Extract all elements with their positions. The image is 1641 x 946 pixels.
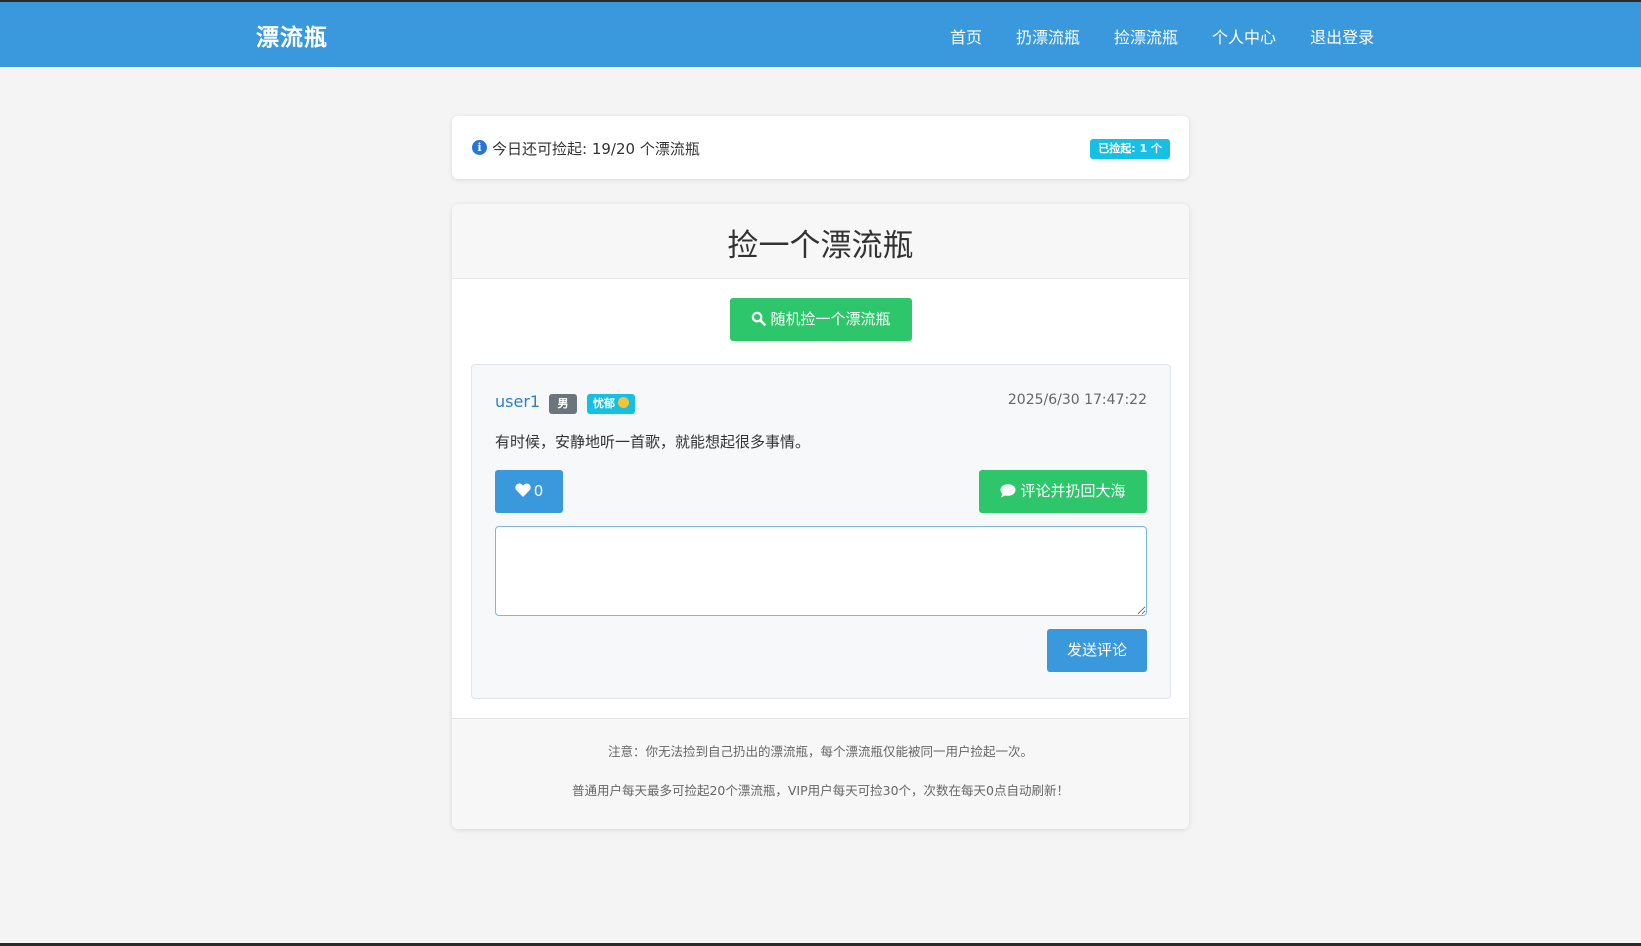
quota-card: i 今日还可捡起: 19/20 个漂流瓶 已捡起: 1 个 bbox=[452, 116, 1189, 179]
send-comment-button[interactable]: 发送评论 bbox=[1047, 629, 1147, 672]
bottle-card: user1 男 忧郁 2025/6/30 17:47:22 有时候，安静地听一首… bbox=[471, 364, 1171, 699]
nav-logout[interactable]: 退出登录 bbox=[1310, 24, 1374, 48]
nav-profile[interactable]: 个人中心 bbox=[1212, 24, 1276, 48]
sad-face-icon bbox=[618, 397, 629, 408]
quota-note: 普通用户每天最多可捡起20个漂流瓶，VIP用户每天可捡30个，次数在每天0点自动… bbox=[571, 783, 1070, 798]
nav-pick-bottle[interactable]: 捡漂流瓶 bbox=[1114, 24, 1178, 48]
nav-home[interactable]: 首页 bbox=[950, 24, 982, 48]
random-pick-label: 随机捡一个漂流瓶 bbox=[770, 310, 891, 328]
like-button[interactable]: 0 bbox=[495, 470, 563, 513]
picked-count-badge: 已捡起: 1 个 bbox=[1090, 139, 1170, 159]
nav-throw-bottle[interactable]: 扔漂流瓶 bbox=[1016, 24, 1080, 48]
card-header: 捡一个漂流瓶 bbox=[452, 204, 1189, 279]
card-footer: 注意：你无法捡到自己扔出的漂流瓶，每个漂流瓶仅能被同一用户捡起一次。 普通用户每… bbox=[452, 718, 1189, 829]
comment-and-throw-label: 评论并扔回大海 bbox=[1020, 482, 1126, 500]
pick-bottle-card: 捡一个漂流瓶 随机捡一个漂流瓶 user1 男 忧郁 2025/6/30 17:… bbox=[452, 204, 1189, 829]
brand-logo[interactable]: 漂流瓶 bbox=[256, 18, 328, 52]
heart-icon bbox=[515, 483, 531, 497]
rule-note: 注意：你无法捡到自己扔出的漂流瓶，每个漂流瓶仅能被同一用户捡起一次。 bbox=[607, 744, 1033, 759]
gender-badge: 男 bbox=[549, 394, 577, 414]
comment-and-throw-button[interactable]: 评论并扔回大海 bbox=[979, 470, 1147, 513]
bottle-timestamp: 2025/6/30 17:47:22 bbox=[1007, 392, 1147, 408]
comment-textarea[interactable] bbox=[495, 526, 1147, 616]
like-count: 0 bbox=[533, 482, 544, 500]
navbar: 漂流瓶 首页 扔漂流瓶 捡漂流瓶 个人中心 退出登录 bbox=[0, 0, 1641, 67]
mood-badge: 忧郁 bbox=[587, 394, 635, 414]
bottle-content: 有时候，安静地听一首歌，就能想起很多事情。 bbox=[495, 433, 811, 451]
info-icon: i bbox=[472, 140, 487, 155]
random-pick-button[interactable]: 随机捡一个漂流瓶 bbox=[730, 298, 912, 341]
mood-label: 忧郁 bbox=[593, 397, 615, 410]
bottle-username[interactable]: user1 bbox=[495, 392, 540, 411]
page-title: 捡一个漂流瓶 bbox=[727, 228, 914, 264]
quota-text: 今日还可捡起: 19/20 个漂流瓶 bbox=[492, 140, 700, 158]
nav-links: 首页 扔漂流瓶 捡漂流瓶 个人中心 退出登录 bbox=[950, 24, 1408, 48]
search-icon bbox=[752, 311, 767, 326]
comment-icon bbox=[1000, 484, 1016, 498]
